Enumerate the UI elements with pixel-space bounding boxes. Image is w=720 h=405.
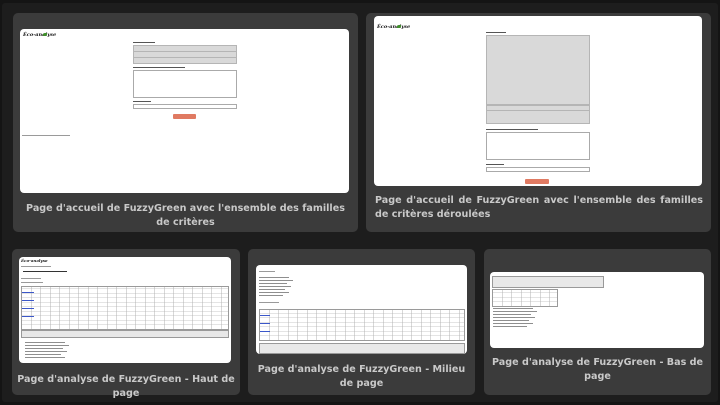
gallery-card-2[interactable]: Éco-analyse Page d'accueil de FuzzyGreen… [366, 13, 711, 232]
gallery-caption: Page d'accueil de FuzzyGreen avec l'ense… [375, 195, 703, 220]
gallery-caption: Page d'analyse de FuzzyGreen - Bas de pa… [491, 357, 703, 382]
submit-button[interactable] [525, 179, 549, 184]
gallery-card-1[interactable]: Éco-analyse Page d'accueil de FuzzyGreen… [13, 13, 358, 232]
fuzzygreen-logo: Éco-analyse [21, 258, 48, 263]
gallery-card-5[interactable]: Page d'analyse de FuzzyGreen - Bas de pa… [484, 249, 711, 395]
submit-button[interactable] [173, 114, 196, 119]
gallery-caption: Page d'accueil de FuzzyGreen avec l'ense… [26, 203, 345, 228]
gallery-card-3[interactable]: Éco-analyse Page d'analyse de FuzzyGreen… [12, 249, 240, 399]
gallery-caption: Page d'analyse de FuzzyGreen - Haut de p… [17, 374, 235, 399]
screenshot-thumbnail-analysis-bottom[interactable] [490, 272, 704, 348]
fuzzygreen-logo: Éco-analyse [23, 32, 57, 38]
fuzzygreen-logo: Éco-analyse [377, 24, 411, 30]
gallery-caption: Page d'analyse de FuzzyGreen - Milieu de… [257, 364, 466, 389]
screenshot-thumbnail-home-expanded[interactable]: Éco-analyse [374, 16, 702, 186]
gallery-card-4[interactable]: Page d'analyse de FuzzyGreen - Milieu de… [248, 249, 475, 395]
screenshot-thumbnail-analysis-top[interactable]: Éco-analyse [19, 257, 231, 363]
screenshot-thumbnail-home[interactable]: Éco-analyse [20, 29, 349, 193]
screenshot-thumbnail-analysis-middle[interactable] [256, 265, 467, 354]
